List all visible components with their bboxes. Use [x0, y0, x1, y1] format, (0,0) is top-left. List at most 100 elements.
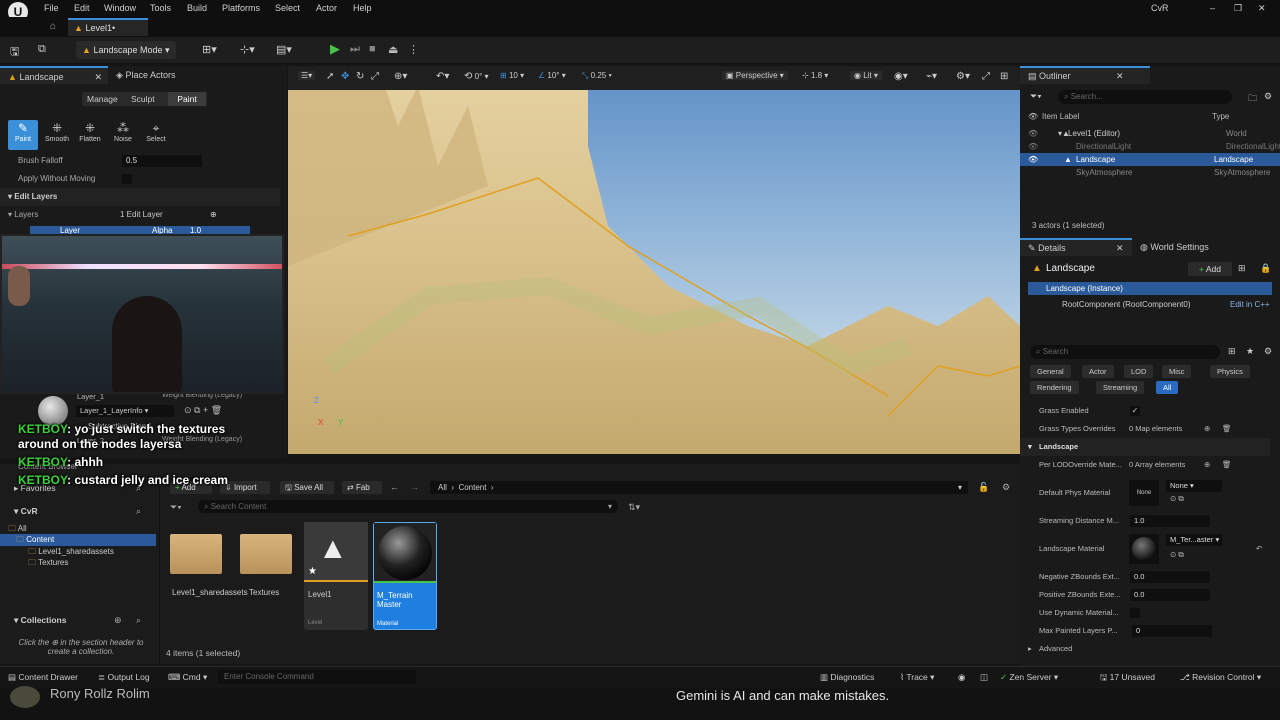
menu-actor[interactable]: Actor: [316, 3, 337, 13]
asset-folder-shared[interactable]: Level1_sharedassets: [168, 522, 248, 630]
layer1-actions-icon[interactable]: ⊙ ⧉ + 🗑: [184, 405, 222, 416]
save-icon[interactable]: 🖫: [10, 43, 19, 62]
project-search-icon[interactable]: ⌕: [136, 506, 141, 517]
fov-dropdown[interactable]: ⊹ 1.8 ▾: [802, 71, 828, 80]
material-actions-icon[interactable]: ⊙ ⧉: [1170, 546, 1184, 564]
stop-icon[interactable]: ■: [369, 43, 376, 55]
filter-actor[interactable]: Actor: [1082, 365, 1114, 378]
filter-physics[interactable]: Physics: [1210, 365, 1250, 378]
maximize-viewport-icon[interactable]: ⤢: [982, 71, 990, 82]
filter-icon[interactable]: ⏷▾: [1030, 91, 1042, 102]
step-icon[interactable]: ⏭: [350, 43, 360, 56]
breadcrumb-content[interactable]: Content: [458, 483, 486, 492]
translate-icon[interactable]: ✥: [341, 71, 349, 82]
filter-rendering[interactable]: Rendering: [1030, 381, 1079, 394]
eject-icon[interactable]: ⏏: [388, 43, 398, 56]
edit-in-cpp-link[interactable]: Edit in C++: [1230, 298, 1270, 311]
subtab-sculpt[interactable]: Sculpt: [131, 94, 155, 104]
close-tab-icon[interactable]: ✕: [94, 68, 102, 86]
history-dropdown-icon[interactable]: ▾: [958, 481, 962, 494]
mode-dropdown[interactable]: ▲ Landscape Mode ▾: [76, 41, 176, 59]
grid-snap[interactable]: ⊞ 10 ▾: [500, 71, 524, 80]
more-icon[interactable]: ⋮: [408, 43, 419, 56]
show-icon[interactable]: ◉▾: [894, 71, 908, 82]
tab-outliner[interactable]: ▤ Outliner ✕: [1020, 66, 1150, 84]
table-view-icon[interactable]: ⊞: [1228, 346, 1236, 357]
trace-dropdown[interactable]: ⌇ Trace ▾: [900, 672, 934, 683]
tree-content[interactable]: 🗀 Content: [0, 534, 156, 546]
outliner-row-sky[interactable]: SkyAtmosphere SkyAtmosphere: [1020, 166, 1280, 179]
search-dropdown-icon[interactable]: ▾: [608, 500, 612, 513]
grass-enabled-checkbox[interactable]: ✓: [1130, 406, 1140, 416]
menu-help[interactable]: Help: [353, 3, 372, 13]
rotation-snap[interactable]: ∠ 10° ▾: [538, 71, 566, 80]
subtab-manage[interactable]: Manage: [87, 94, 118, 104]
breadcrumb-all[interactable]: All: [438, 483, 447, 492]
back-icon[interactable]: ←: [390, 482, 399, 492]
filter-lod[interactable]: LOD: [1124, 365, 1154, 378]
col-type[interactable]: Type: [1212, 110, 1229, 124]
layout-icon[interactable]: ⊞: [1000, 71, 1008, 82]
positive-zbounds-input[interactable]: 0.0: [1130, 589, 1210, 601]
project-header[interactable]: ▾ CvR: [14, 506, 38, 517]
diagnostics-button[interactable]: ▥ Diagnostics: [820, 672, 874, 683]
record-icon[interactable]: ◉: [958, 672, 965, 683]
content-drawer-button[interactable]: ▤ Content Drawer: [8, 672, 78, 683]
content-search-input[interactable]: ⌕ Search Content ▾: [198, 500, 618, 513]
asset-level1[interactable]: ▲ ★ Level1 Level: [304, 522, 368, 630]
landscape-section-header[interactable]: ▾ Landscape: [1020, 438, 1270, 456]
advanced-row[interactable]: ▸ Advanced: [1020, 640, 1270, 658]
rotate-icon[interactable]: ↻: [356, 71, 364, 82]
root-component-row[interactable]: RootComponent (RootComponent0) Edit in C…: [1028, 298, 1272, 311]
menu-tools[interactable]: Tools: [150, 3, 171, 13]
delete-icon[interactable]: 🗑: [1222, 456, 1232, 474]
menu-file[interactable]: File: [44, 3, 59, 13]
fab-button[interactable]: ⇄ Fab: [342, 481, 382, 494]
menu-edit[interactable]: Edit: [74, 3, 90, 13]
rotate-snap[interactable]: ⟲ 0° ▾: [464, 71, 489, 82]
performance-icon[interactable]: ⌁▾: [926, 71, 937, 82]
select-mode-icon[interactable]: ➚: [326, 71, 334, 82]
tool-smooth[interactable]: ⁜ Smooth: [42, 120, 72, 150]
browse-icon[interactable]: ⧉: [38, 43, 46, 56]
filter-streaming[interactable]: Streaming: [1096, 381, 1145, 394]
tool-flatten[interactable]: ⁜ Flatten: [75, 120, 105, 150]
blueprint-icon[interactable]: ⊹▾: [240, 43, 255, 56]
edit-layers-header[interactable]: ▾ Edit Layers: [0, 188, 280, 206]
level-viewport[interactable]: Z X Y: [288, 66, 1020, 454]
tool-paint[interactable]: ✎ Paint: [8, 120, 38, 150]
unsaved-button[interactable]: 🖫 17 Unsaved: [1100, 672, 1155, 686]
add-collection-icon[interactable]: ⊕: [114, 615, 122, 626]
tab-level1[interactable]: ▲ Level1•: [68, 18, 148, 36]
add-element-icon[interactable]: ⊕: [1204, 420, 1210, 438]
collections-header[interactable]: ▾ Collections: [14, 615, 66, 626]
eye-icon[interactable]: 👁: [1028, 153, 1038, 166]
collections-search-icon[interactable]: ⌕: [136, 615, 141, 626]
lock-icon[interactable]: 🔓: [978, 482, 989, 493]
console-input[interactable]: Enter Console Command: [218, 670, 416, 684]
cinematics-icon[interactable]: ▤▾: [276, 43, 292, 56]
menu-select[interactable]: Select: [275, 3, 300, 13]
landscape-material-dropdown[interactable]: M_Ter...aster ▾: [1166, 534, 1222, 546]
negative-zbounds-input[interactable]: 0.0: [1130, 571, 1210, 583]
brush-falloff-slider[interactable]: 0.5: [122, 155, 202, 167]
outliner-row-landscape[interactable]: 👁 ▲ Landscape Landscape: [1020, 153, 1280, 166]
output-log-button[interactable]: ≣ Output Log: [98, 672, 150, 683]
save-all-button[interactable]: 🖫 Save All: [280, 481, 334, 494]
add-layer-icon[interactable]: ⊕: [210, 206, 217, 224]
component-instance-row[interactable]: Landscape (Instance): [1028, 282, 1272, 295]
favorite-icon[interactable]: ★: [1246, 346, 1254, 357]
eye-icon[interactable]: 👁: [1028, 127, 1038, 140]
tree-textures[interactable]: 🗀 Textures: [28, 557, 68, 571]
stats-icon[interactable]: ◫: [980, 672, 988, 683]
asset-material[interactable]: M_Terrain Master Material: [373, 522, 437, 630]
close-icon[interactable]: ✕: [1258, 3, 1266, 14]
menu-platforms[interactable]: Platforms: [222, 3, 260, 13]
tool-noise[interactable]: ⁂ Noise: [108, 120, 138, 150]
menu-build[interactable]: Build: [187, 3, 207, 13]
outliner-settings-icon[interactable]: ⚙: [1264, 91, 1272, 102]
filter-icon[interactable]: ⏷▾: [170, 502, 182, 513]
surface-snap-icon[interactable]: ↶▾: [436, 71, 449, 82]
outliner-row-light[interactable]: 👁 DirectionalLight DirectionalLight: [1020, 140, 1280, 153]
details-settings-icon[interactable]: ⚙: [1264, 346, 1272, 357]
